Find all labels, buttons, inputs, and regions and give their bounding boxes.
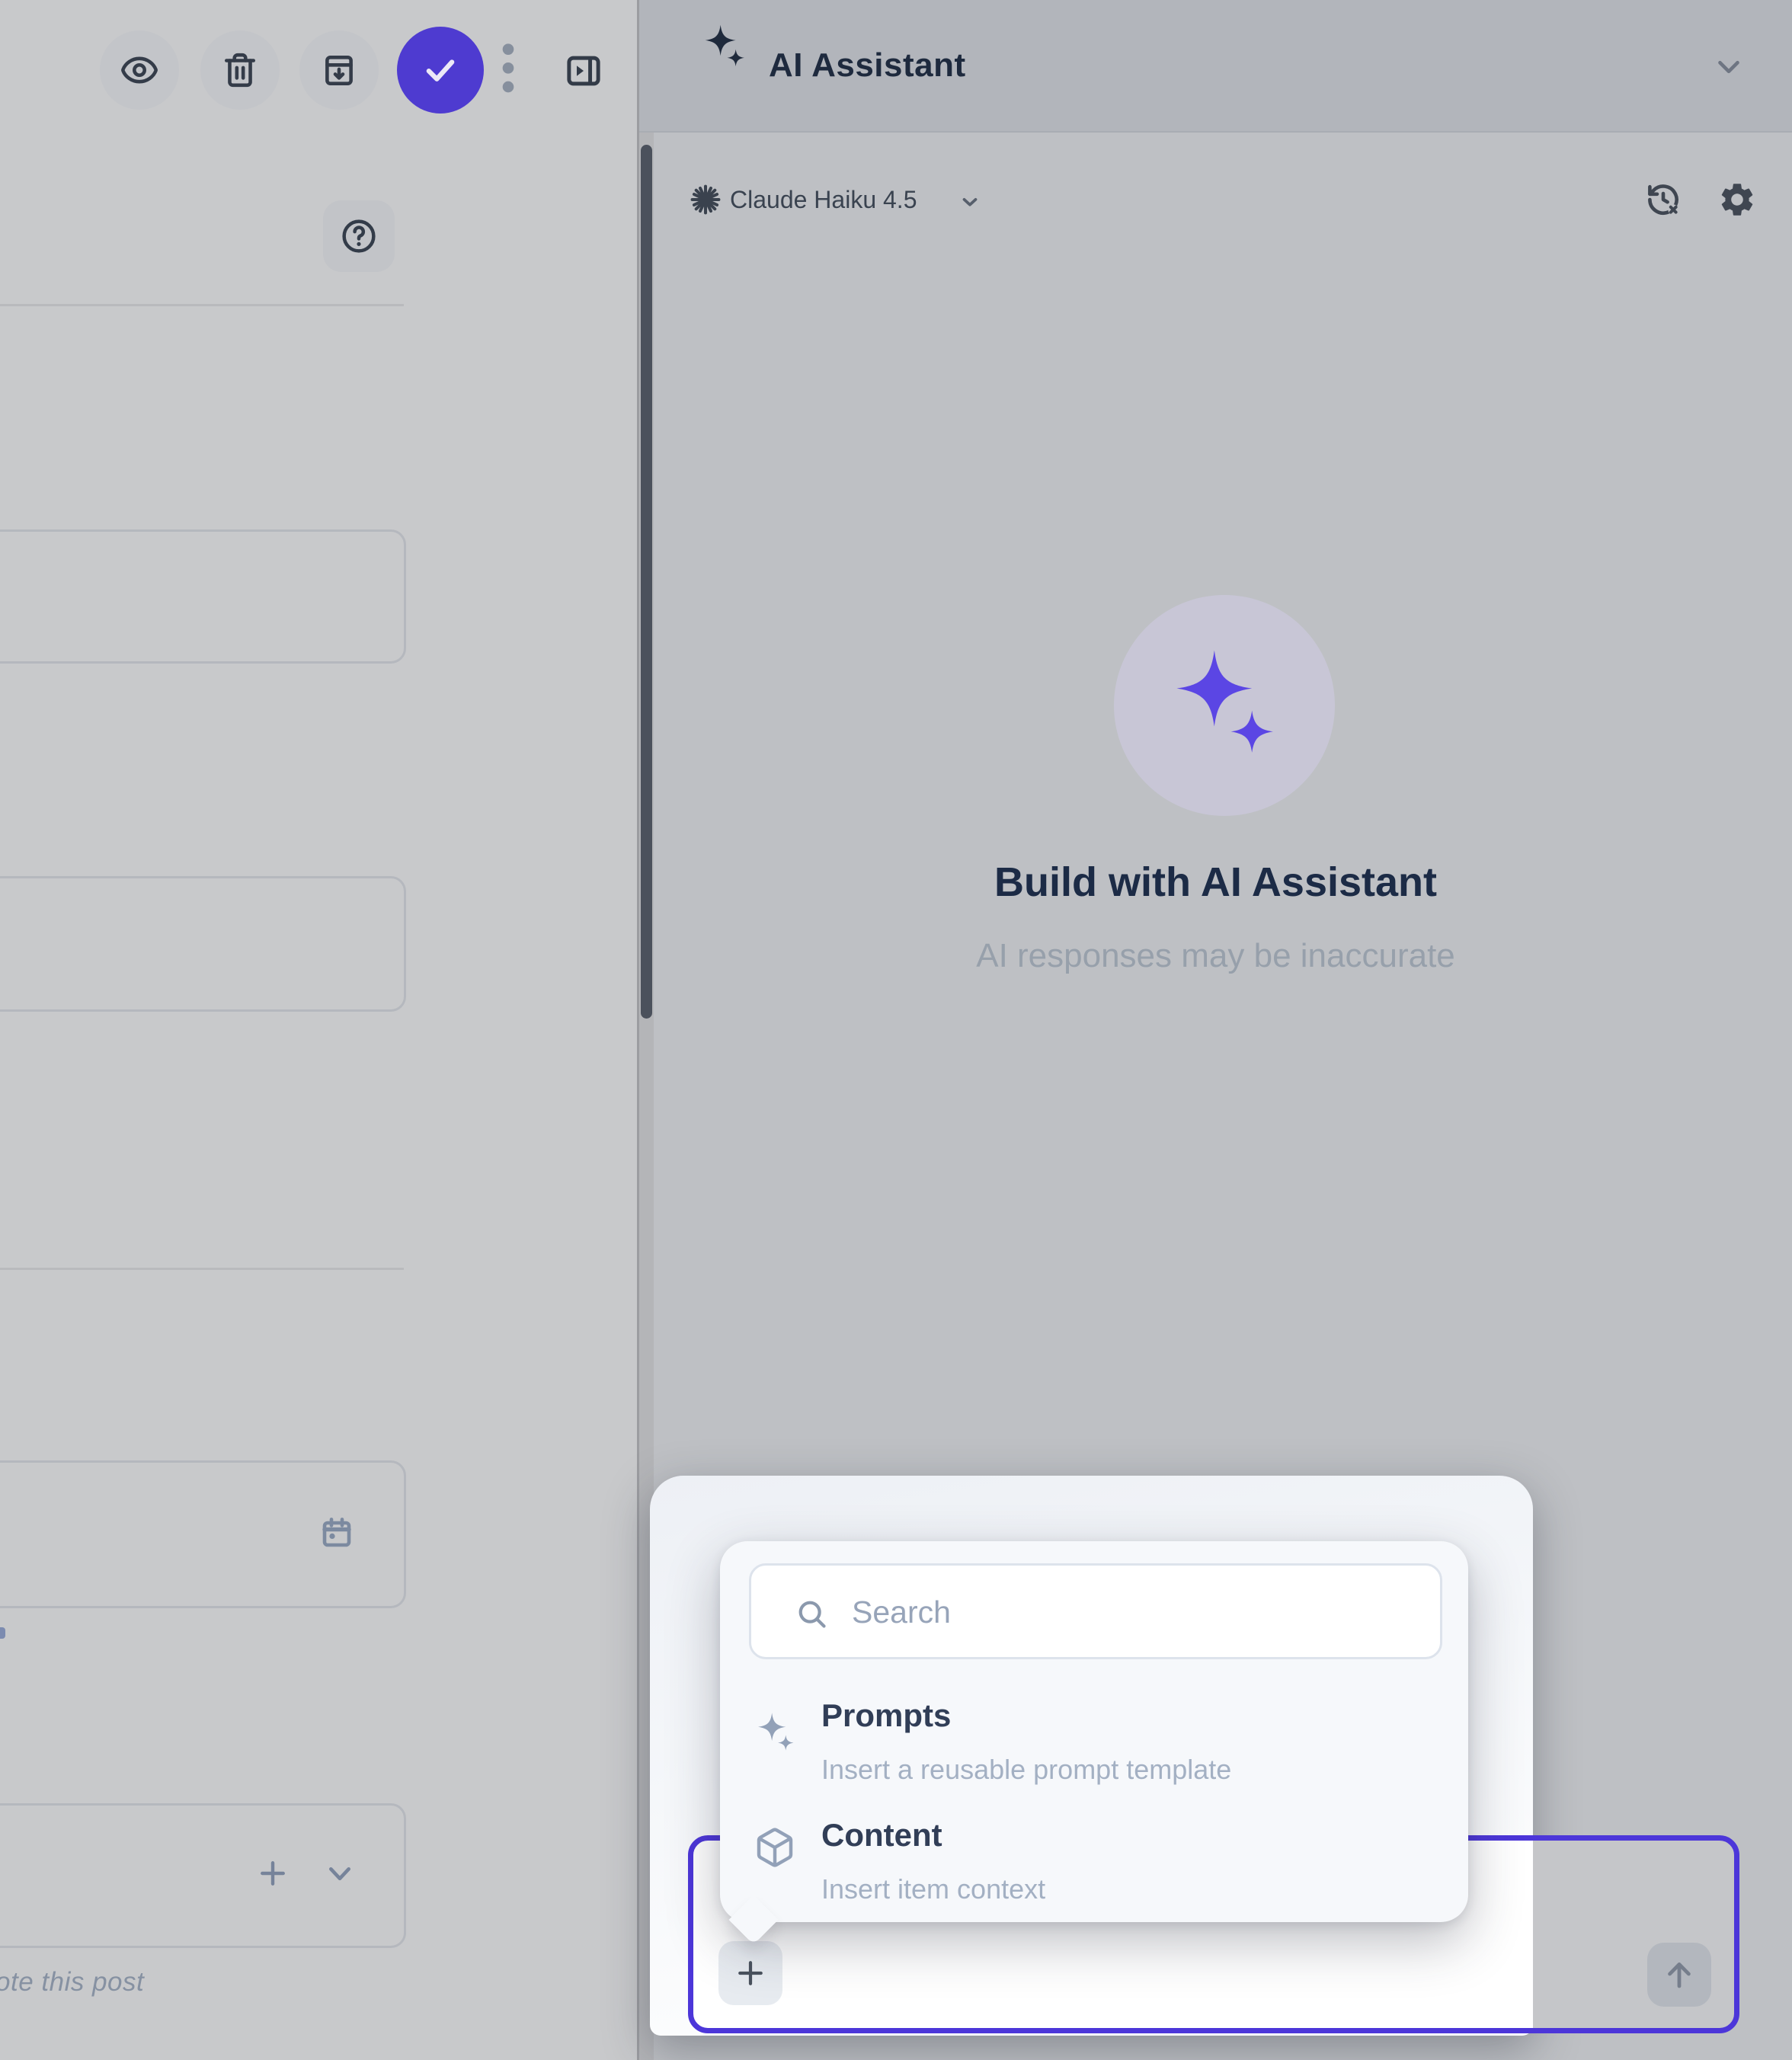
ai-sparkle-icon [700, 23, 749, 72]
arrow-up-icon [1661, 1956, 1698, 1993]
empty-state-heading: Build with AI Assistant [639, 859, 1792, 906]
send-button[interactable] [1647, 1943, 1711, 2007]
plus-icon [734, 1956, 767, 1990]
cube-icon [754, 1826, 796, 1869]
ai-sparkle-icon [1164, 645, 1285, 766]
ai-sparkle-icon [754, 1711, 798, 1755]
empty-state-badge [1114, 595, 1335, 816]
clear-history-button[interactable] [1645, 181, 1682, 218]
menu-item-title: Prompts [821, 1697, 951, 1734]
section-divider [0, 304, 404, 306]
panel-title: AI Assistant [769, 0, 966, 131]
app-root: ote this post AI Assistant [0, 0, 1792, 2060]
ai-assistant-header: AI Assistant [639, 0, 1792, 133]
kebab-menu-icon [491, 41, 525, 102]
cut-off-marker [0, 1627, 5, 1639]
document-panel: ote this post [0, 0, 637, 2060]
empty-state-subheading: AI responses may be inaccurate [639, 937, 1792, 975]
eye-icon [120, 50, 159, 90]
calendar-icon[interactable] [318, 1515, 355, 1551]
preview-button[interactable] [100, 30, 179, 110]
menu-item-subtitle: Insert item context [821, 1873, 1045, 1905]
help-circle-icon [338, 216, 379, 257]
model-selector[interactable]: Claude Haiku 4.5 [730, 181, 917, 218]
gear-icon [1717, 180, 1757, 219]
form-field-1[interactable] [0, 529, 406, 664]
help-button[interactable] [323, 200, 395, 272]
collapse-panel-button[interactable] [1711, 49, 1746, 84]
menu-item-content[interactable]: Content Insert item context [720, 1793, 1468, 1899]
menu-item-prompts[interactable]: Prompts Insert a reusable prompt templat… [720, 1682, 1468, 1789]
cut-off-label: ote this post [0, 1967, 144, 1998]
panel-right-icon [563, 50, 604, 91]
archive-down-icon [320, 51, 358, 89]
menu-search [749, 1563, 1442, 1659]
check-icon [419, 49, 462, 91]
history-clear-icon [1645, 181, 1682, 218]
insert-context-menu: Prompts Insert a reusable prompt templat… [720, 1541, 1468, 1922]
toggle-side-panel-button[interactable] [562, 50, 605, 92]
archive-button[interactable] [299, 30, 379, 110]
search-input[interactable] [850, 1566, 1417, 1659]
section-divider [0, 1268, 404, 1270]
delete-button[interactable] [200, 30, 280, 110]
settings-button[interactable] [1717, 180, 1757, 219]
plus-icon[interactable] [256, 1857, 290, 1890]
claude-starburst-icon [689, 183, 722, 216]
form-field-2[interactable] [0, 876, 406, 1012]
menu-item-title: Content [821, 1817, 942, 1854]
trash-icon [221, 51, 259, 89]
approve-button[interactable] [397, 27, 484, 114]
chevron-down-icon[interactable] [958, 190, 981, 213]
add-context-button[interactable] [718, 1941, 782, 2005]
search-icon [795, 1597, 828, 1630]
menu-item-subtitle: Insert a reusable prompt template [821, 1754, 1231, 1786]
more-options-button[interactable] [488, 40, 528, 104]
chevron-down-icon[interactable] [325, 1863, 355, 1885]
